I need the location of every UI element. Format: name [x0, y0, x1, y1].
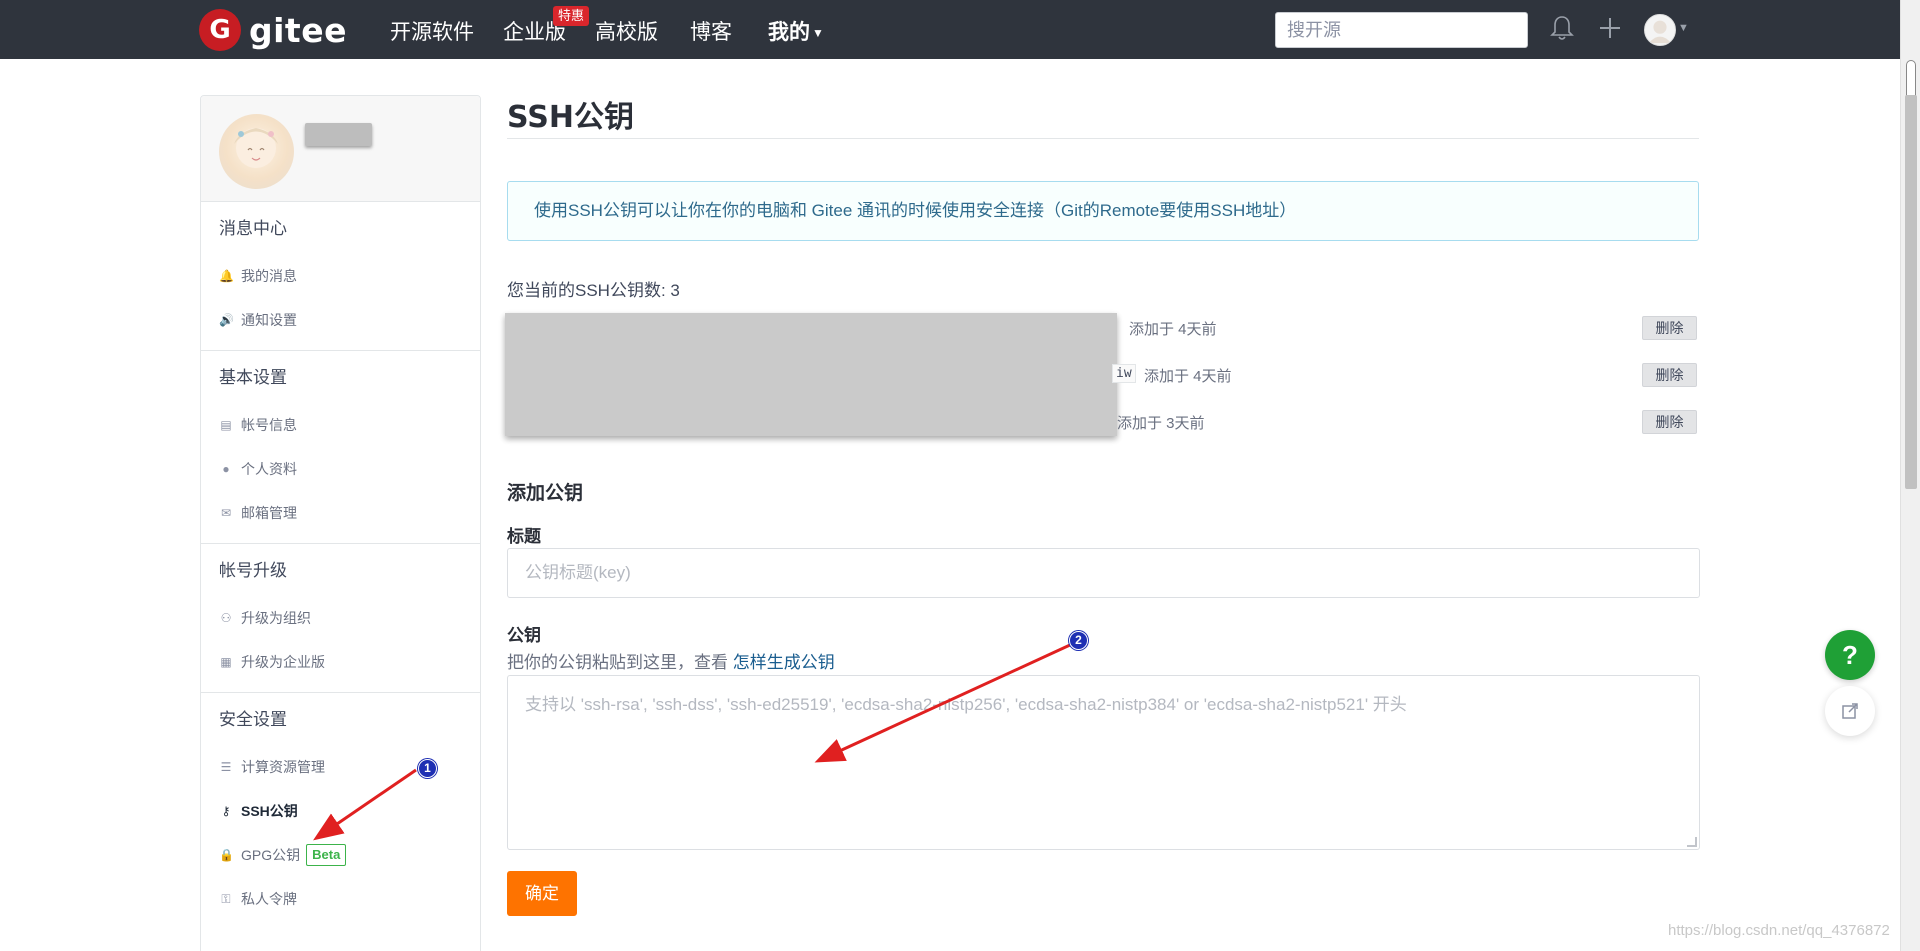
annotation-badge-2: 2: [1069, 631, 1088, 650]
profile-name-redacted: [305, 123, 372, 146]
server-icon: ☰: [220, 760, 232, 774]
main-content: SSH公钥 使用SSH公钥可以让你在你的电脑和 Gitee 通讯的时候使用安全连…: [507, 92, 1699, 300]
bell-icon: 🔔: [219, 269, 234, 283]
settings-sidebar: 消息中心 🔔 我的消息 🔊 通知设置 基本设置 ▤ 帐号信息 ● 个人资料 ✉ 邮箱管理 …: [200, 95, 481, 951]
sidebar-section-title: 帐号升级: [219, 561, 287, 580]
gitee-logo-text: gitee: [249, 10, 347, 50]
help-button[interactable]: ?: [1825, 630, 1875, 680]
info-alert: 使用SSH公钥可以让你在你的电脑和 Gitee 通讯的时候使用安全连接（Git的…: [507, 181, 1699, 241]
profile-avatar[interactable]: [219, 114, 294, 189]
token-icon: ⚿: [221, 891, 231, 906]
sidebar-item-label: SSH公钥: [241, 803, 298, 819]
key-added-time: 添加于 4天前: [1144, 368, 1232, 385]
gitee-logo[interactable]: G gitee: [199, 9, 347, 51]
page: G gitee 开源软件 企业版 特惠 高校版 博客 我的 ▼ 搜开源 ▼ 消息…: [0, 0, 1920, 951]
sidebar-item-label: 升级为企业版: [241, 654, 325, 670]
sidebar-item-upgrade-enterprise[interactable]: ▦ 升级为企业版: [219, 640, 480, 684]
sidebar-item-upgrade-org[interactable]: ⚇ 升级为组织: [219, 596, 480, 640]
key-hint-text: 把你的公钥粘贴到这里，查看: [507, 653, 733, 672]
top-navbar: G gitee 开源软件 企业版 特惠 高校版 博客 我的 ▼ 搜开源 ▼: [0, 0, 1900, 59]
page-scrollbar[interactable]: [1900, 0, 1920, 951]
public-key-textarea[interactable]: 支持以 'ssh-rsa', 'ssh-dss', 'ssh-ed25519',…: [507, 675, 1700, 850]
gitee-logo-icon: G: [199, 9, 241, 51]
plus-icon[interactable]: [1596, 13, 1624, 43]
sidebar-section-title: 基本设置: [219, 368, 287, 387]
sidebar-item-gpg-keys[interactable]: 🔒 GPG公钥 Beta: [219, 833, 480, 877]
sidebar-section-title: 安全设置: [219, 710, 287, 729]
sidebar-item-label: 升级为组织: [241, 610, 311, 626]
watermark: https://blog.csdn.net/qq_4376872: [1668, 922, 1890, 939]
lock-icon: 🔒: [219, 848, 234, 862]
delete-key-button[interactable]: 删除: [1642, 316, 1697, 340]
speaker-icon: 🔊: [219, 313, 234, 327]
mail-icon: ✉: [220, 506, 232, 520]
sidebar-item-email[interactable]: ✉ 邮箱管理: [219, 491, 480, 535]
sidebar-item-label: 计算资源管理: [241, 759, 325, 775]
user-icon: ●: [222, 462, 230, 476]
user-avatar[interactable]: [1644, 14, 1676, 46]
key-hint: 把你的公钥粘贴到这里，查看 怎样生成公钥: [507, 648, 835, 673]
scrollbar-thumb[interactable]: [1905, 95, 1917, 489]
key-fingerprint-tail: iw: [1112, 364, 1136, 383]
sidebar-section-title: 消息中心: [219, 219, 287, 238]
key-field-label: 公钥: [507, 626, 541, 645]
key-added-time: 添加于 3天前: [1117, 415, 1205, 432]
nav-mine-label: 我的: [768, 21, 810, 44]
sidebar-item-label: 通知设置: [241, 312, 297, 328]
sidebar-item-ssh-keys[interactable]: ⚷ SSH公钥: [219, 789, 480, 833]
sidebar-item-label: 邮箱管理: [241, 505, 297, 521]
delete-key-button[interactable]: 删除: [1642, 363, 1697, 387]
delete-key-button[interactable]: 删除: [1642, 410, 1697, 434]
external-link-icon: [1842, 703, 1858, 719]
add-key-heading: 添加公钥: [507, 483, 584, 504]
public-key-placeholder: 支持以 'ssh-rsa', 'ssh-dss', 'ssh-ed25519',…: [525, 695, 1407, 714]
key-added-time: 添加于 4天前: [1129, 321, 1217, 338]
nav-blog[interactable]: 博客: [690, 16, 732, 46]
key-title-input[interactable]: 公钥标题(key): [507, 548, 1700, 598]
sidebar-item-label: 帐号信息: [241, 417, 297, 433]
sidebar-item-label: 我的消息: [241, 268, 297, 284]
sidebar-item-label: GPG公钥: [241, 847, 301, 863]
annotation-badge-1: 1: [418, 759, 437, 778]
avatar-chevron-down-icon[interactable]: ▼: [1678, 22, 1689, 34]
sidebar-section-basic: 基本设置 ▤ 帐号信息 ● 个人资料 ✉ 邮箱管理: [201, 351, 480, 544]
resize-handle-icon[interactable]: [1687, 837, 1697, 847]
sidebar-item-label: 个人资料: [241, 461, 297, 477]
sidebar-item-my-messages[interactable]: 🔔 我的消息: [219, 254, 480, 298]
title-field-label: 标题: [507, 527, 541, 546]
chevron-down-icon: ▼: [812, 26, 824, 41]
nav-mine[interactable]: 我的 ▼: [768, 16, 824, 46]
nav-education[interactable]: 高校版: [595, 16, 658, 46]
sidebar-item-compute-resources[interactable]: ☰ 计算资源管理: [219, 745, 480, 789]
profile-header: [201, 96, 480, 202]
search-input[interactable]: 搜开源: [1275, 12, 1528, 48]
sidebar-item-profile[interactable]: ● 个人资料: [219, 447, 480, 491]
id-card-icon: ▤: [220, 418, 232, 432]
redacted-key-area: [505, 313, 1117, 436]
key-icon: ⚷: [221, 804, 231, 818]
share-button[interactable]: [1825, 686, 1875, 736]
bell-icon[interactable]: [1549, 14, 1575, 42]
building-icon: ▦: [220, 655, 232, 669]
title-divider: [507, 138, 1699, 139]
nav-open-source[interactable]: 开源软件: [390, 16, 474, 46]
confirm-button[interactable]: 确定: [507, 871, 577, 916]
ssh-key-count: 您当前的SSH公钥数: 3: [507, 281, 680, 300]
sidebar-item-account-info[interactable]: ▤ 帐号信息: [219, 403, 480, 447]
sidebar-item-notification-settings[interactable]: 🔊 通知设置: [219, 298, 480, 342]
sidebar-section-messages: 消息中心 🔔 我的消息 🔊 通知设置: [201, 202, 480, 351]
page-title: SSH公钥: [507, 100, 634, 135]
nav-enterprise-badge: 特惠: [553, 6, 590, 26]
how-to-generate-key-link[interactable]: 怎样生成公钥: [733, 653, 835, 672]
group-icon: ⚇: [220, 611, 232, 625]
sidebar-item-label: 私人令牌: [241, 891, 297, 907]
beta-badge: Beta: [306, 844, 347, 866]
sidebar-section-upgrade: 帐号升级 ⚇ 升级为组织 ▦ 升级为企业版: [201, 544, 480, 693]
sidebar-section-security: 安全设置 ☰ 计算资源管理 ⚷ SSH公钥 🔒 GPG公钥 Beta ⚿ 私人令牌: [201, 693, 480, 929]
sidebar-item-private-tokens[interactable]: ⚿ 私人令牌: [219, 877, 480, 921]
